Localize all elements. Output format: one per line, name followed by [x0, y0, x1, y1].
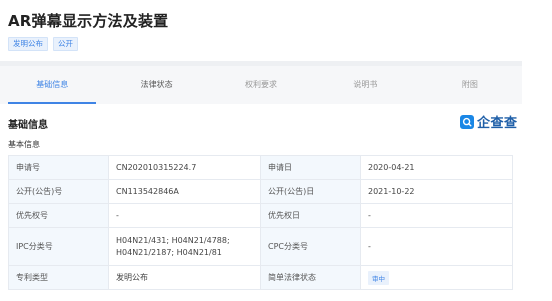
tab-bar: 基础信息 法律状态 权利要求 说明书 附图 [0, 61, 522, 104]
field-value: 审中 [360, 265, 513, 290]
table-row: 优先权号 - 优先权日 - [8, 203, 513, 228]
field-value: 2020-04-21 [360, 155, 513, 180]
tab-claims[interactable]: 权利要求 [209, 66, 313, 104]
field-value: - [108, 203, 261, 228]
patent-tags: 发明公布 公开 [8, 37, 78, 51]
field-value: H04N21/431; H04N21/4788; H04N21/2187; H0… [108, 227, 261, 266]
tab-drawings[interactable]: 附图 [418, 66, 522, 104]
field-label: 优先权日 [260, 203, 361, 228]
tab-legal-status[interactable]: 法律状态 [104, 66, 208, 104]
table-row: 申请号 CN202010315224.7 申请日 2020-04-21 [8, 155, 513, 180]
field-label: 专利类型 [8, 265, 109, 290]
tab-description[interactable]: 说明书 [313, 66, 417, 104]
field-value: 2021-10-22 [360, 179, 513, 204]
basic-info-table: 申请号 CN202010315224.7 申请日 2020-04-21 公开(公… [8, 155, 513, 290]
field-label: 简单法律状态 [260, 265, 361, 290]
field-label: IPC分类号 [8, 227, 109, 266]
brand-name: 企查查 [477, 116, 518, 131]
table-row: 公开(公告)号 CN113542846A 公开(公告)日 2021-10-22 [8, 179, 513, 204]
field-value: 发明公布 [108, 265, 261, 290]
field-label: 申请号 [8, 155, 109, 180]
section-title: 基础信息 [8, 120, 48, 131]
table-row: IPC分类号 H04N21/431; H04N21/4788; H04N21/2… [8, 227, 513, 266]
field-value: CN202010315224.7 [108, 155, 261, 180]
field-label: 公开(公告)号 [8, 179, 109, 204]
field-label: 申请日 [260, 155, 361, 180]
field-label: 优先权号 [8, 203, 109, 228]
sub-section-title: 基本信息 [8, 140, 40, 149]
brand-logo: 企查查 [460, 112, 518, 131]
field-label: CPC分类号 [260, 227, 361, 266]
qichacha-logo-icon [460, 114, 474, 129]
field-value: - [360, 203, 513, 228]
table-row: 专利类型 发明公布 简单法律状态 审中 [8, 265, 513, 290]
tab-basic-info[interactable]: 基础信息 [0, 66, 104, 104]
patent-title: AR弹幕显示方法及装置 [8, 12, 169, 30]
tag-publication-type: 发明公布 [8, 37, 48, 51]
field-value: - [360, 227, 513, 266]
field-label: 公开(公告)日 [260, 179, 361, 204]
field-value: CN113542846A [108, 179, 261, 204]
status-badge: 审中 [368, 270, 389, 285]
tag-status: 公开 [53, 37, 78, 51]
